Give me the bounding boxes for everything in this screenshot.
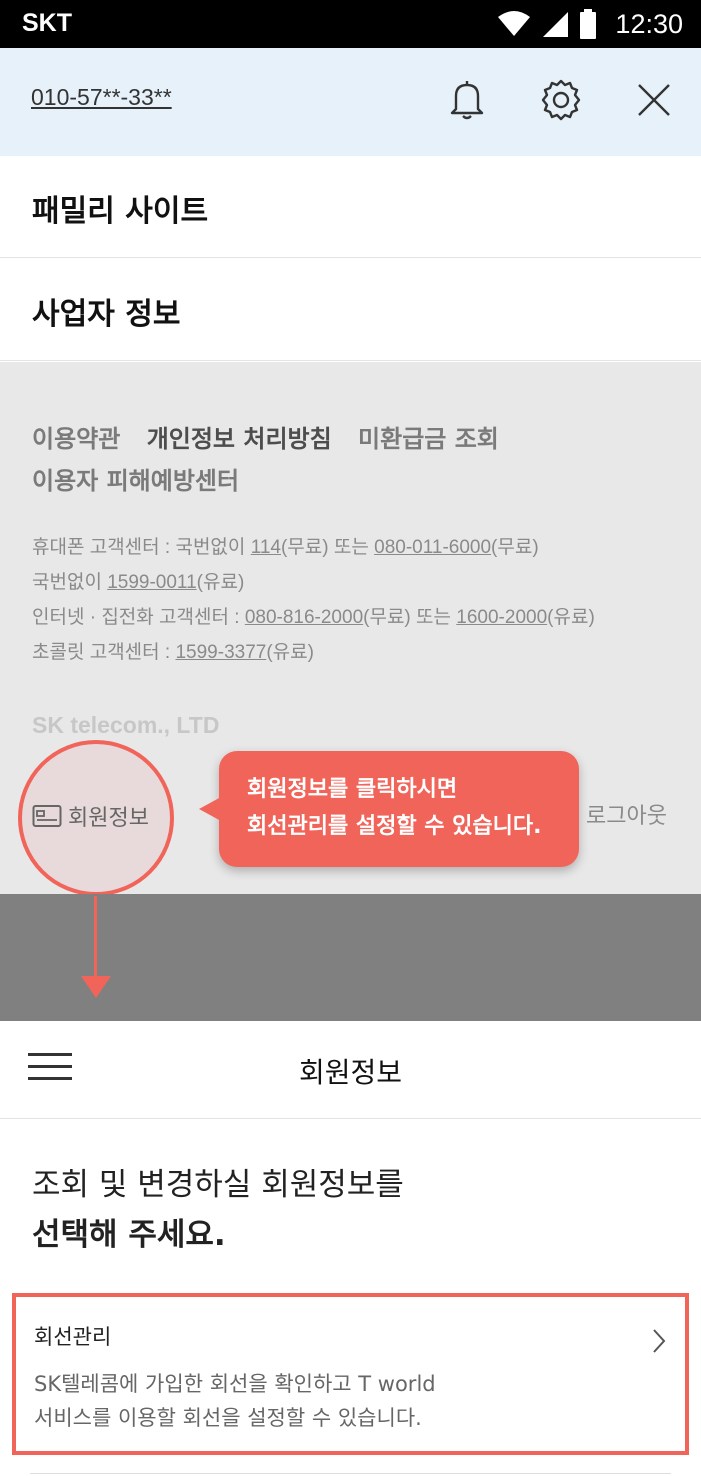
dim-overlay-band bbox=[0, 894, 701, 1021]
guide-arrow-line bbox=[94, 896, 97, 978]
refund-inquiry-link[interactable]: 미환급금 조회 bbox=[358, 425, 499, 453]
text-paid: (유료) bbox=[547, 607, 595, 628]
battery-icon bbox=[580, 9, 597, 39]
wifi-icon bbox=[498, 11, 531, 36]
tooltip-line-1: 회원정보를 클릭하시면 bbox=[247, 777, 458, 802]
phone-link-114[interactable]: 114 bbox=[251, 537, 281, 558]
line-management-card[interactable]: 회선관리 SK텔레콤에 가입한 회선을 확인하고 T world 서비스를 이용… bbox=[12, 1293, 689, 1455]
status-icons: 12:30 bbox=[497, 7, 683, 41]
company-name: SK telecom., LTD bbox=[32, 712, 220, 738]
chocolate-center-line: 초콜릿 고객센터 : 1599-3377(유료) bbox=[32, 635, 595, 670]
tooltip-line-2: 회선관리를 설정할 수 있습니다. bbox=[247, 814, 542, 839]
guide-arrow-head bbox=[81, 976, 111, 998]
prompt-line-2-bold: 선택해 주세요. bbox=[32, 1217, 226, 1253]
mobile-center-label: 휴대폰 고객센터 : 국번없이 bbox=[32, 537, 251, 558]
line-management-title: 회선관리 bbox=[34, 1325, 112, 1349]
text-paid: (유료) bbox=[266, 642, 314, 663]
divider bbox=[30, 1473, 671, 1474]
member-info-label: 회원정보 bbox=[68, 806, 149, 831]
customer-center-info: 휴대폰 고객센터 : 국번없이 114(무료) 또는 080-011-6000(… bbox=[32, 530, 595, 670]
privacy-policy-link[interactable]: 개인정보 처리방침 bbox=[147, 425, 332, 453]
menu-item-business-info[interactable]: 사업자 정보 bbox=[0, 259, 701, 361]
internet-center-label: 인터넷 · 집전화 고객센터 : bbox=[32, 607, 245, 628]
footer-links: 이용약관 개인정보 처리방침 미환급금 조회 이용자 피해예방센터 bbox=[32, 418, 517, 502]
phone-link-080-816-2000[interactable]: 080-816-2000 bbox=[245, 607, 363, 628]
description-line-2: 서비스를 이용할 회선을 설정할 수 있습니다. bbox=[34, 1406, 422, 1430]
status-bar: SKT 12:30 bbox=[0, 0, 701, 48]
phone-link-080-011-6000[interactable]: 080-011-6000 bbox=[374, 537, 491, 558]
phone-link-1599-3377[interactable]: 1599-3377 bbox=[175, 642, 266, 663]
business-info-label: 사업자 정보 bbox=[32, 297, 181, 332]
text-or: (무료) 또는 bbox=[363, 607, 457, 628]
phone-number-link[interactable]: 010-57**-33** bbox=[31, 84, 172, 111]
bell-icon bbox=[450, 81, 484, 120]
gear-icon bbox=[541, 79, 581, 121]
page-title: 회원정보 bbox=[298, 1056, 403, 1089]
prompt-line-2: 선택해 주세요. bbox=[32, 1210, 404, 1260]
chevron-right-icon bbox=[653, 1329, 666, 1353]
settings-button[interactable] bbox=[533, 72, 589, 128]
text-or: (무료) 또는 bbox=[280, 537, 375, 558]
member-info-header: 회원정보 bbox=[0, 1021, 701, 1119]
description-line-1: SK텔레콤에 가입한 회선을 확인하고 T world bbox=[34, 1372, 436, 1396]
paid-line: 국번없이 1599-0011(유료) bbox=[32, 565, 595, 600]
menu-item-family-site[interactable]: 패밀리 사이트 bbox=[0, 156, 701, 258]
id-card-icon bbox=[32, 805, 62, 827]
internet-center-line: 인터넷 · 집전화 고객센터 : 080-816-2000(무료) 또는 160… bbox=[32, 600, 595, 635]
chocolate-center-label: 초콜릿 고객센터 : bbox=[32, 642, 176, 663]
guide-tooltip: 회원정보를 클릭하시면 회선관리를 설정할 수 있습니다. bbox=[199, 751, 579, 867]
phone-link-1599-0011[interactable]: 1599-0011 bbox=[107, 572, 196, 593]
account-top-bar: 010-57**-33** bbox=[0, 48, 701, 156]
selection-prompt: 조회 및 변경하실 회원정보를 선택해 주세요. bbox=[32, 1160, 404, 1260]
phone-link-1600-2000[interactable]: 1600-2000 bbox=[456, 607, 547, 628]
prompt-line-1: 조회 및 변경하실 회원정보를 bbox=[32, 1167, 404, 1203]
carrier-label: SKT bbox=[22, 9, 72, 37]
no-area-code-label: 국번없이 bbox=[32, 572, 108, 593]
line-management-description: SK텔레콤에 가입한 회선을 확인하고 T world 서비스를 이용할 회선을… bbox=[34, 1367, 436, 1435]
text-paid: (유료) bbox=[196, 572, 245, 593]
clock: 12:30 bbox=[615, 8, 683, 39]
damage-prevention-link[interactable]: 이용자 피해예방센터 bbox=[32, 467, 239, 495]
notification-button[interactable] bbox=[439, 72, 495, 128]
member-info-link[interactable]: 회원정보 bbox=[32, 800, 149, 832]
close-button[interactable] bbox=[626, 72, 682, 128]
signal-icon bbox=[543, 12, 569, 37]
family-site-label: 패밀리 사이트 bbox=[32, 194, 209, 229]
terms-link[interactable]: 이용약관 bbox=[32, 425, 120, 453]
mobile-center-line: 휴대폰 고객센터 : 국번없이 114(무료) 또는 080-011-6000(… bbox=[32, 530, 595, 565]
close-icon bbox=[638, 84, 670, 116]
text-free: (무료) bbox=[491, 537, 539, 558]
logout-link[interactable]: 로그아웃 bbox=[586, 798, 667, 830]
